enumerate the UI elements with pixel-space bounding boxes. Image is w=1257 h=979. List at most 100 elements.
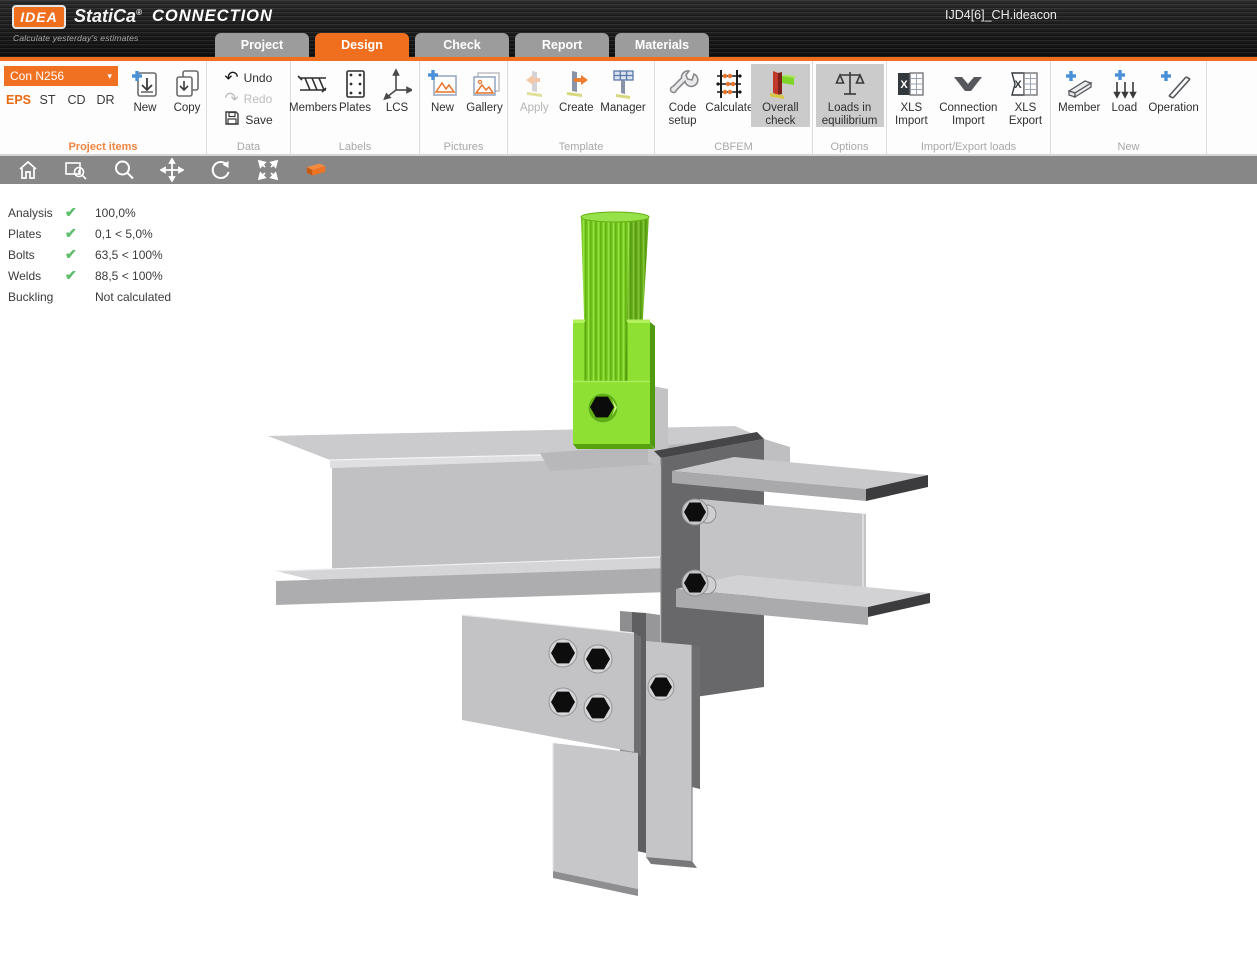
group-caption-new: New	[1117, 141, 1140, 153]
ribbon-spacer	[1207, 61, 1257, 154]
undo-button[interactable]: ↶ Undo	[224, 68, 272, 87]
mode-switch-row: EPS ST CD DR	[4, 93, 120, 107]
group-caption-labels: Labels	[338, 141, 372, 153]
lower-column-assembly	[461, 611, 700, 896]
calculate-label: Calculate	[705, 102, 754, 114]
tab-materials[interactable]: Materials	[615, 33, 709, 57]
document-title: IJD4[6]_CH.ideacon	[945, 8, 1057, 22]
result-label: Analysis	[8, 205, 53, 220]
check-results-panel: Analysis ✔ 100,0% Plates ✔ 0,1 < 5,0% Bo…	[8, 202, 171, 307]
connection-import-label: Connection Import	[939, 102, 998, 127]
group-import-export: X XLS Import Connection Import X XLS Exp…	[887, 61, 1051, 154]
template-create-icon	[560, 66, 592, 102]
result-label: Bolts	[8, 247, 35, 262]
home-view-button[interactable]	[16, 158, 40, 182]
new-operation-icon	[1157, 66, 1191, 102]
statica-logo: StatiCa®	[74, 6, 142, 27]
result-row-plates: Plates ✔ 0,1 < 5,0%	[8, 223, 171, 244]
connection-item-select[interactable]: Con N256 ▾	[4, 66, 118, 86]
statica-logo-text: StatiCa	[74, 6, 137, 26]
dropdown-arrow-icon: ▾	[107, 70, 112, 81]
save-button[interactable]: Save	[224, 110, 273, 129]
model-viewport[interactable]: Analysis ✔ 100,0% Plates ✔ 0,1 < 5,0% Bo…	[0, 184, 1257, 977]
code-setup-icon	[667, 66, 699, 102]
zoom-window-button[interactable]	[64, 158, 88, 182]
lcs-labels-button[interactable]: LCS	[376, 64, 418, 115]
logo-tagline: Calculate yesterday's estimates	[13, 33, 139, 43]
tab-report[interactable]: Report	[515, 33, 609, 57]
result-row-buckling: Buckling Not calculated	[8, 286, 171, 307]
overall-check-button[interactable]: Overall check	[750, 64, 810, 128]
equilibrium-scale-icon	[834, 66, 866, 102]
xls-export-button[interactable]: X XLS Export	[1003, 64, 1048, 127]
copy-item-label: Copy	[173, 102, 201, 114]
pan-button[interactable]	[160, 158, 184, 182]
new-operation-button[interactable]: Operation	[1145, 64, 1202, 115]
group-new: Member Load Operation New	[1051, 61, 1207, 154]
result-value: 63,5 < 100%	[95, 247, 163, 262]
members-labels-button[interactable]: Members	[289, 64, 337, 115]
group-caption-data: Data	[236, 141, 261, 153]
new-load-button[interactable]: Load	[1103, 64, 1145, 115]
redo-label: Redo	[243, 91, 273, 106]
picture-new-button[interactable]: New	[422, 64, 464, 115]
trademark-symbol: ®	[136, 8, 142, 17]
calculate-icon	[712, 66, 746, 102]
code-setup-button[interactable]: Code setup	[657, 64, 708, 127]
group-caption-template: Template	[558, 141, 604, 153]
template-create-button[interactable]: Create	[555, 64, 597, 115]
picture-gallery-label: Gallery	[466, 102, 503, 114]
template-create-label: Create	[559, 102, 594, 114]
new-item-button[interactable]: New	[124, 64, 166, 115]
bracket-bolt	[587, 392, 619, 424]
new-item-icon	[129, 66, 161, 102]
group-data: ↶ Undo ↷ Redo Save Data	[207, 61, 291, 154]
result-label: Welds	[8, 268, 42, 283]
connection-3d-model[interactable]	[0, 184, 1257, 977]
zoom-fit-button[interactable]	[256, 158, 280, 182]
view-toolbar	[0, 156, 1257, 184]
redo-button[interactable]: ↷ Redo	[224, 89, 272, 108]
mode-eps[interactable]: EPS	[4, 93, 33, 107]
result-value: Not calculated	[95, 289, 172, 304]
new-load-icon	[1108, 66, 1140, 102]
picture-new-label: New	[430, 102, 454, 114]
title-bar: IDEA StatiCa® Calculate yesterday's esti…	[0, 0, 1257, 57]
tab-check[interactable]: Check	[415, 33, 509, 57]
group-caption-pictures: Pictures	[443, 141, 484, 153]
xls-import-label: XLS Import	[895, 102, 928, 127]
mode-dr[interactable]: DR	[91, 93, 120, 107]
solid-view-button[interactable]	[304, 158, 328, 182]
picture-new-icon	[426, 66, 460, 102]
loads-in-equilibrium-label: Loads in equilibrium	[821, 102, 878, 127]
group-caption-import-export: Import/Export loads	[920, 141, 1017, 153]
ribbon: Con N256 ▾ EPS ST CD DR New Copy Project…	[0, 61, 1257, 156]
result-value: 0,1 < 5,0%	[95, 226, 153, 241]
calculate-button[interactable]: Calculate	[705, 64, 754, 115]
new-load-label: Load	[1111, 102, 1138, 114]
picture-gallery-button[interactable]: Gallery	[464, 64, 506, 115]
copy-item-button[interactable]: Copy	[166, 64, 208, 115]
green-member	[573, 211, 655, 449]
plates-labels-button[interactable]: Plates	[334, 64, 376, 115]
template-manager-button[interactable]: Manager	[597, 64, 648, 115]
tab-project[interactable]: Project	[215, 33, 309, 57]
mode-cd[interactable]: CD	[62, 93, 91, 107]
new-member-button[interactable]: Member	[1055, 64, 1103, 115]
plates-icon	[340, 66, 370, 102]
tab-design[interactable]: Design	[315, 33, 409, 57]
loads-in-equilibrium-toggle[interactable]: Loads in equilibrium	[815, 64, 884, 128]
connection-import-button[interactable]: Connection Import	[934, 64, 1003, 127]
xls-import-button[interactable]: X XLS Import	[889, 64, 934, 127]
mode-st[interactable]: ST	[33, 93, 62, 107]
undo-icon: ↶	[224, 67, 239, 87]
connection-import-icon	[950, 66, 986, 102]
app-name: CONNECTION	[152, 7, 273, 25]
zoom-button[interactable]	[112, 158, 136, 182]
svg-text:X: X	[1015, 79, 1023, 91]
rotate-button[interactable]	[208, 158, 232, 182]
template-apply-button[interactable]: Apply	[513, 64, 555, 115]
result-row-bolts: Bolts ✔ 63,5 < 100%	[8, 244, 171, 265]
members-icon	[296, 66, 330, 102]
group-cbfem: Code setup Calculate Overall check CBFEM	[655, 61, 813, 154]
